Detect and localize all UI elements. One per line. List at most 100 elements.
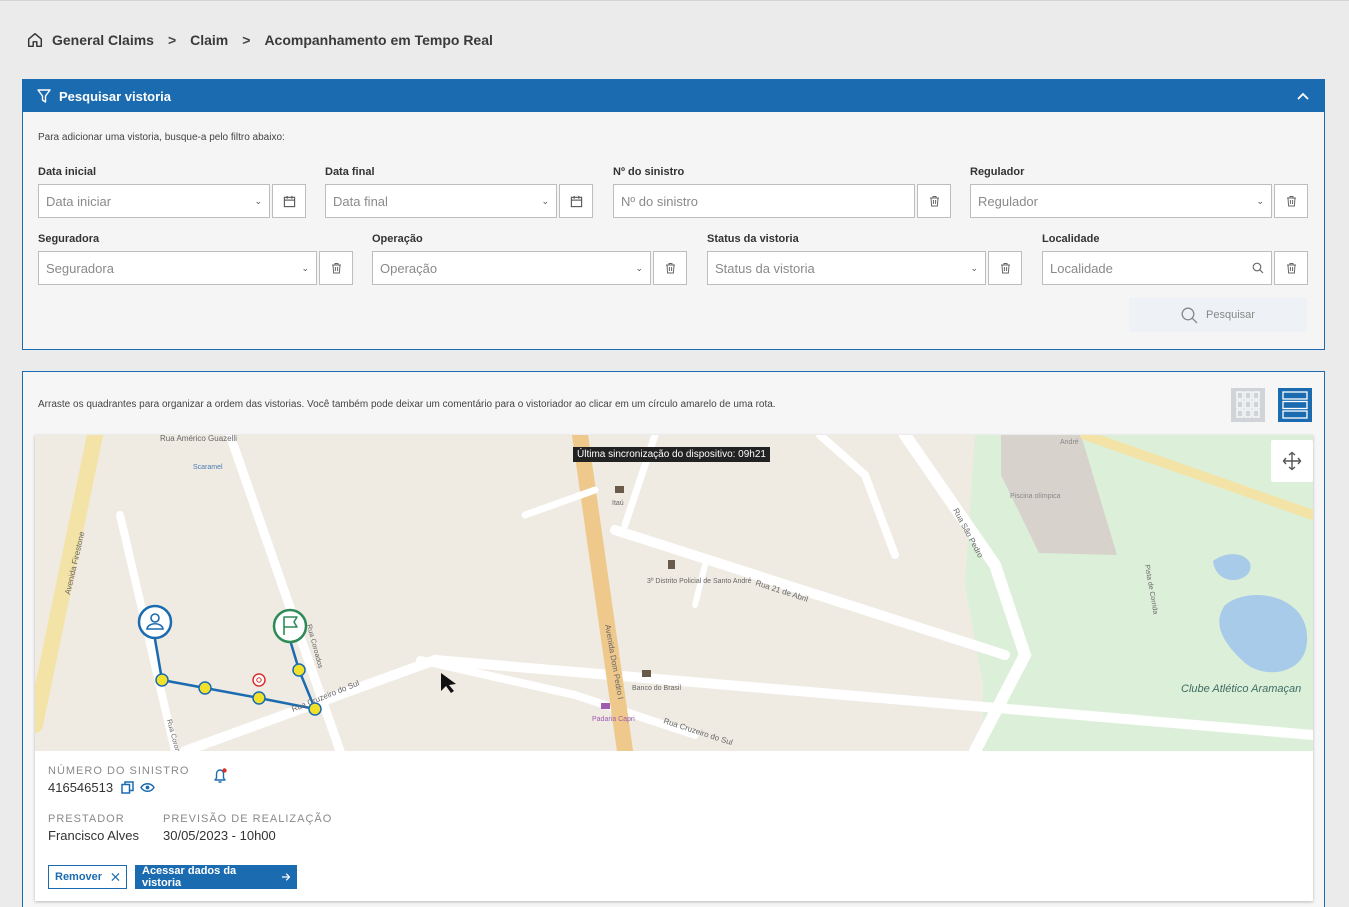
- bell-icon[interactable]: [211, 767, 229, 785]
- waypoint-marker[interactable]: [155, 673, 169, 687]
- localidade-input[interactable]: Localidade: [1042, 251, 1272, 285]
- calendar-icon: [283, 195, 295, 207]
- grid-view-icon: [1236, 391, 1260, 418]
- clear-button[interactable]: [653, 251, 687, 285]
- previsao-label: Previsão de realização: [163, 813, 333, 825]
- remove-button[interactable]: Remover: [48, 865, 127, 889]
- user-location-marker[interactable]: [137, 604, 173, 640]
- search-button[interactable]: Pesquisar: [1129, 298, 1307, 332]
- sinistro-input[interactable]: Nº do sinistro: [613, 184, 915, 218]
- close-icon: [111, 873, 120, 881]
- regulador-select[interactable]: Regulador ⌄: [970, 184, 1272, 218]
- waypoint-marker[interactable]: [252, 691, 266, 705]
- comment-marker[interactable]: [252, 673, 266, 687]
- field-label: Data final: [325, 166, 375, 178]
- map-label: 3º Distrito Policial de Santo André: [647, 578, 752, 585]
- cursor-icon: [441, 673, 456, 693]
- data-inicial-select[interactable]: Data iniciar ⌄: [38, 184, 270, 218]
- chevron-up-icon[interactable]: [1296, 91, 1310, 101]
- data-final-placeholder: Data final: [333, 193, 388, 209]
- eye-icon[interactable]: [140, 782, 155, 793]
- previsao-value: 30/05/2023 - 10h00: [163, 828, 276, 843]
- calendar-icon: [570, 195, 582, 207]
- prestador-label: Prestador: [48, 813, 125, 825]
- bank-icon: [642, 670, 651, 677]
- chevron-down-icon: ⌄: [541, 195, 549, 206]
- field-data-final: Data final Data final ⌄: [325, 166, 593, 218]
- copy-icon[interactable]: [121, 781, 134, 794]
- filter-icon: [37, 89, 51, 103]
- trash-icon: [1000, 263, 1010, 274]
- field-label: Regulador: [970, 166, 1025, 178]
- map-label: Piscina olímpica: [1010, 493, 1061, 500]
- filter-panel-header[interactable]: Pesquisar vistoria: [23, 80, 1324, 112]
- field-seguradora: Seguradora Seguradora ⌄: [38, 233, 353, 285]
- waypoint-marker[interactable]: [198, 681, 212, 695]
- trash-icon: [665, 263, 675, 274]
- filter-hint: Para adicionar uma vistoria, busque-a pe…: [38, 132, 285, 143]
- breadcrumb: General Claims > Claim > Acompanhamento …: [26, 30, 493, 50]
- trash-icon: [1286, 196, 1296, 207]
- chevron-down-icon: ⌄: [254, 195, 262, 206]
- status-placeholder: Status da vistoria: [715, 260, 815, 276]
- breadcrumb-item-current: Acompanhamento em Tempo Real: [264, 32, 493, 48]
- localidade-placeholder: Localidade: [1050, 260, 1113, 276]
- inspection-card[interactable]: Rua Américo Guazelli Scaramel Avenida Fi…: [35, 435, 1313, 901]
- breadcrumb-item-general-claims[interactable]: General Claims: [52, 32, 154, 48]
- field-label: Status da vistoria: [707, 233, 799, 245]
- calendar-button[interactable]: [272, 184, 306, 218]
- clear-button[interactable]: [917, 184, 951, 218]
- trash-icon: [929, 196, 939, 207]
- chevron-down-icon: ⌄: [970, 262, 978, 273]
- operacao-placeholder: Operação: [380, 260, 438, 276]
- grid-view-button[interactable]: [1231, 388, 1265, 422]
- search-icon: [1181, 307, 1198, 323]
- search-icon: [1252, 262, 1264, 274]
- clear-button[interactable]: [1274, 251, 1308, 285]
- sinistro-placeholder: Nº do sinistro: [621, 193, 698, 209]
- home-icon[interactable]: [26, 31, 44, 49]
- route-map[interactable]: Rua Américo Guazelli Scaramel Avenida Fi…: [35, 435, 1313, 751]
- list-view-icon: [1282, 391, 1308, 419]
- map-label: Rua Américo Guazelli: [160, 435, 237, 443]
- chevron-down-icon: ⌄: [635, 262, 643, 273]
- operacao-select[interactable]: Operação ⌄: [372, 251, 651, 285]
- data-final-select[interactable]: Data final ⌄: [325, 184, 557, 218]
- prestador-name: Francisco Alves: [48, 828, 140, 843]
- flag-destination-marker[interactable]: [272, 608, 308, 644]
- access-button-label: Acessar dados da vistoria: [142, 865, 237, 889]
- map-label: Itaú: [612, 500, 624, 507]
- list-view-button[interactable]: [1278, 388, 1312, 422]
- field-label: Data inicial: [38, 166, 97, 178]
- filter-panel: Pesquisar vistoria Para adicionar uma vi…: [22, 79, 1325, 350]
- claim-details: Número do sinistro 416546513 Prestador F…: [48, 765, 332, 843]
- map-label: Banco do Brasil: [632, 685, 681, 692]
- numero-label: Número do sinistro: [48, 765, 190, 777]
- regulador-placeholder: Regulador: [978, 193, 1038, 209]
- field-localidade: Localidade Localidade: [1042, 233, 1308, 285]
- claim-number: 416546513: [48, 780, 114, 795]
- status-select[interactable]: Status da vistoria ⌄: [707, 251, 986, 285]
- waypoint-marker[interactable]: [292, 663, 306, 677]
- seguradora-select[interactable]: Seguradora ⌄: [38, 251, 317, 285]
- drag-handle-button[interactable]: [1271, 440, 1313, 482]
- clear-button[interactable]: [319, 251, 353, 285]
- breadcrumb-separator: >: [167, 32, 177, 48]
- field-sinistro: Nº do sinistro Nº do sinistro: [613, 166, 951, 218]
- map-label: Padaria Capri: [592, 716, 635, 723]
- field-regulador: Regulador Regulador ⌄: [970, 166, 1308, 218]
- remove-button-label: Remover: [55, 871, 103, 883]
- breadcrumb-item-claim[interactable]: Claim: [190, 32, 228, 48]
- seguradora-placeholder: Seguradora: [46, 260, 114, 276]
- map-label: André: [1060, 439, 1079, 446]
- calendar-button[interactable]: [559, 184, 593, 218]
- search-button-label: Pesquisar: [1206, 309, 1255, 321]
- map-canvas[interactable]: Rua Américo Guazelli Scaramel Avenida Fi…: [35, 435, 1313, 751]
- field-status: Status da vistoria Status da vistoria ⌄: [707, 233, 1022, 285]
- instructions-text: Arraste os quadrantes para organizar a o…: [38, 399, 776, 410]
- access-inspection-button[interactable]: Acessar dados da vistoria: [135, 865, 297, 889]
- chevron-down-icon: ⌄: [301, 262, 309, 273]
- clear-button[interactable]: [988, 251, 1022, 285]
- breadcrumb-separator: >: [242, 32, 251, 48]
- clear-button[interactable]: [1274, 184, 1308, 218]
